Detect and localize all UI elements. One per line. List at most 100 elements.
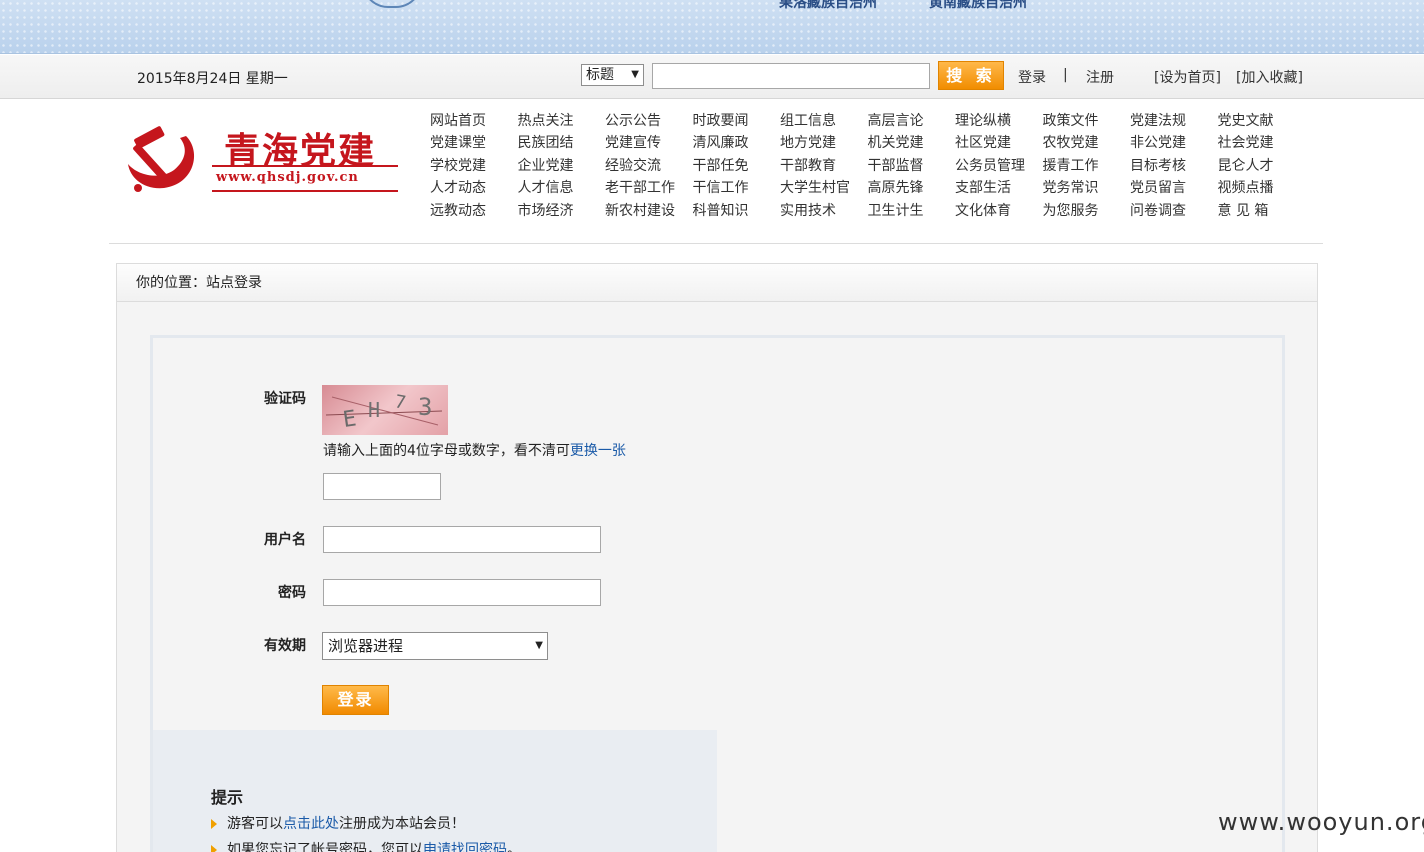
nav-item[interactable]: 党建法规	[1130, 110, 1218, 132]
captcha-image[interactable]: E H 7 3	[322, 385, 448, 435]
tips-title: 提示	[211, 788, 244, 807]
recover-password-link[interactable]: 申请找回密码	[423, 842, 507, 852]
nav-item[interactable]: 大学生村官	[780, 177, 868, 199]
nav-row: 人才动态 人才信息 老干部工作 干信工作 大学生村官 高原先锋 支部生活 党务常识 党员留言 视频…	[430, 177, 1310, 199]
nav-item[interactable]: 清风廉政	[693, 132, 781, 154]
nav-item[interactable]: 科普知识	[693, 200, 781, 222]
nav-row: 网站首页 热点关注 公示公告 时政要闻 组工信息 高层言论 理论纵横 政策文件 党建法规 党史文献	[430, 110, 1310, 132]
nav-row: 党建课堂 民族团结 党建宣传 清风廉政 地方党建 机关党建 社区党建 农牧党建 非公党建 社会党建	[430, 132, 1310, 154]
nav-item[interactable]: 党员留言	[1130, 177, 1218, 199]
nav-item[interactable]: 民族团结	[518, 132, 606, 154]
logo-title: 青海党建	[224, 130, 377, 172]
password-input[interactable]	[323, 579, 601, 606]
nav-item[interactable]: 人才动态	[430, 177, 518, 199]
search-type-select[interactable]: 标题 ▼	[581, 64, 644, 86]
logo-underline-bottom	[212, 190, 398, 192]
nav-item[interactable]: 高层言论	[868, 110, 956, 132]
captcha-glyphs: E H 7 3	[325, 391, 443, 433]
banner-region-left[interactable]: 果洛藏族自治州	[779, 0, 877, 12]
search-type-value: 标题	[586, 67, 614, 83]
captcha-char: 7	[393, 391, 407, 414]
nav-item[interactable]: 干部教育	[780, 155, 868, 177]
nav-item[interactable]: 时政要闻	[693, 110, 781, 132]
search-button[interactable]: 搜 索	[938, 61, 1004, 90]
top-banner: 果洛藏族自治州 黄南藏族自治州	[0, 0, 1424, 54]
nav-item[interactable]: 远教动态	[430, 200, 518, 222]
username-label: 用户名	[264, 532, 306, 548]
nav-item[interactable]: 高原先锋	[868, 177, 956, 199]
nav-item[interactable]: 公务员管理	[955, 155, 1043, 177]
nav-item[interactable]: 援青工作	[1043, 155, 1131, 177]
username-input[interactable]	[323, 526, 601, 553]
validity-value: 浏览器进程	[328, 637, 404, 655]
captcha-input[interactable]	[323, 473, 441, 500]
nav-item[interactable]: 市场经济	[518, 200, 606, 222]
nav-item[interactable]: 干部任免	[693, 155, 781, 177]
nav-item[interactable]: 企业党建	[518, 155, 606, 177]
nav-item[interactable]: 问卷调查	[1130, 200, 1218, 222]
current-date: 2015年8月24日 星期一	[137, 71, 288, 87]
nav-item[interactable]: 公示公告	[605, 110, 693, 132]
logo-url: www.qhsdj.gov.cn	[216, 170, 359, 185]
watermark: www.wooyun.org	[1218, 808, 1424, 836]
nav-item[interactable]: 新农村建设	[605, 200, 693, 222]
captcha-char: H	[368, 398, 380, 422]
nav-item[interactable]: 地方党建	[780, 132, 868, 154]
nav-item[interactable]: 党务常识	[1043, 177, 1131, 199]
tip-register: 游客可以点击此处注册成为本站会员！	[211, 813, 465, 833]
nav-item[interactable]: 理论纵横	[955, 110, 1043, 132]
nav-item[interactable]: 干信工作	[693, 177, 781, 199]
nav-item[interactable]: 昆仑人才	[1218, 155, 1306, 177]
nav-item[interactable]: 社区党建	[955, 132, 1043, 154]
top-toolbar: 2015年8月24日 星期一 标题 ▼ 搜 索 登录 | 注册 [设为首页] […	[0, 55, 1424, 99]
add-favorite-link[interactable]: [加入收藏]	[1236, 67, 1303, 87]
login-button[interactable]: 登录	[322, 685, 389, 715]
nav-item[interactable]: 学校党建	[430, 155, 518, 177]
login-link[interactable]: 登录	[1018, 67, 1046, 87]
nav-item[interactable]: 网站首页	[430, 110, 518, 132]
bullet-arrow-icon	[211, 819, 217, 829]
captcha-label: 验证码	[264, 391, 306, 407]
tip-text: 注册成为本站会员！	[339, 816, 465, 832]
nav-item[interactable]: 实用技术	[780, 200, 868, 222]
breadcrumb: 你的位置：站点登录	[117, 264, 1317, 302]
nav-item[interactable]: 农牧党建	[1043, 132, 1131, 154]
nav-item[interactable]: 支部生活	[955, 177, 1043, 199]
captcha-hint-text: 请输入上面的4位字母或数字，看不清可	[323, 443, 570, 459]
nav-item[interactable]: 人才信息	[518, 177, 606, 199]
nav-item[interactable]: 经验交流	[605, 155, 693, 177]
nav-item[interactable]: 热点关注	[518, 110, 606, 132]
nav-row: 远教动态 市场经济 新农村建设 科普知识 实用技术 卫生计生 文化体育 为您服务 问卷调查意 见…	[430, 200, 1310, 222]
nav-item[interactable]: 文化体育	[955, 200, 1043, 222]
tip-text: 游客可以	[227, 816, 283, 832]
nav-item[interactable]: 机关党建	[868, 132, 956, 154]
nav-item[interactable]: 卫生计生	[868, 200, 956, 222]
register-here-link[interactable]: 点击此处	[283, 816, 339, 832]
nav-item[interactable]: 政策文件	[1043, 110, 1131, 132]
site-logo[interactable]: 青海党建 www.qhsdj.gov.cn	[124, 118, 404, 198]
toolbar-separator: |	[1063, 67, 1068, 83]
nav-item[interactable]: 干部监督	[868, 155, 956, 177]
chevron-down-icon: ▼	[631, 69, 639, 80]
nav-item[interactable]: 党建宣传	[605, 132, 693, 154]
tip-forgot: 如果您忘记了帐号密码，您可以申请找回密码。	[211, 839, 521, 852]
nav-item[interactable]: 意 见 箱	[1218, 200, 1306, 222]
nav-item[interactable]: 视频点播	[1218, 177, 1306, 199]
set-home-link[interactable]: [设为首页]	[1154, 67, 1221, 87]
nav-item[interactable]: 社会党建	[1218, 132, 1306, 154]
nav-item[interactable]: 非公党建	[1130, 132, 1218, 154]
nav-item[interactable]: 老干部工作	[605, 177, 693, 199]
main-nav: 网站首页 热点关注 公示公告 时政要闻 组工信息 高层言论 理论纵横 政策文件 党建法规 党史文献…	[430, 110, 1310, 222]
nav-item[interactable]: 组工信息	[780, 110, 868, 132]
nav-item[interactable]: 目标考核	[1130, 155, 1218, 177]
captcha-refresh-link[interactable]: 更换一张	[570, 443, 626, 459]
map-outline	[362, 0, 422, 8]
nav-item[interactable]: 党建课堂	[430, 132, 518, 154]
nav-item[interactable]: 党史文献	[1218, 110, 1306, 132]
register-link[interactable]: 注册	[1086, 67, 1114, 87]
search-input[interactable]	[652, 63, 930, 89]
validity-select[interactable]: 浏览器进程 ▼	[322, 632, 548, 660]
banner-region-right[interactable]: 黄南藏族自治州	[929, 0, 1027, 12]
nav-item[interactable]: 为您服务	[1043, 200, 1131, 222]
password-label: 密码	[278, 585, 306, 601]
